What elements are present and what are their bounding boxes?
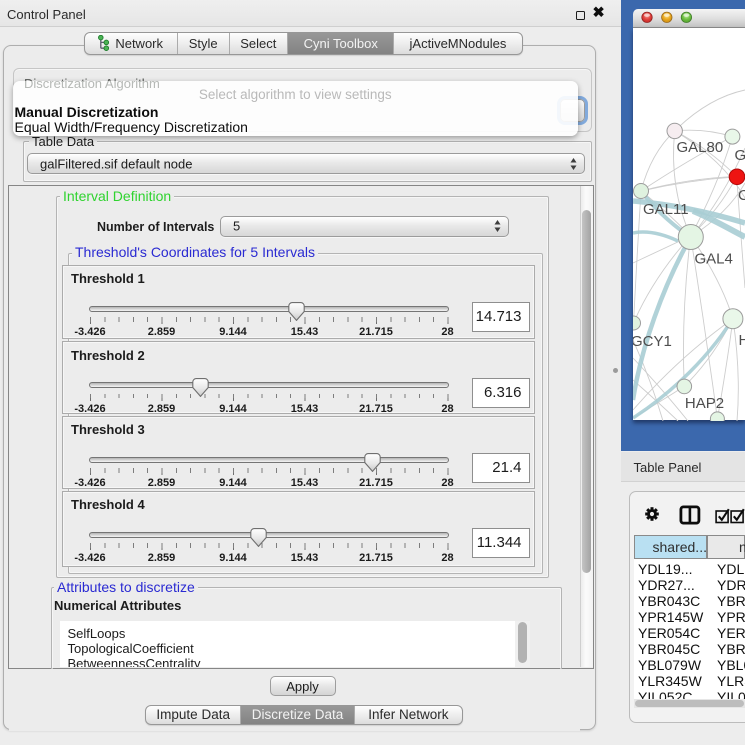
svg-text:H: H <box>739 332 745 349</box>
svg-text:HAP2: HAP2 <box>685 395 724 412</box>
svg-text:GAL11: GAL11 <box>643 201 689 218</box>
svg-text:GA: GA <box>735 147 745 164</box>
svg-text:GAL4: GAL4 <box>695 250 733 267</box>
svg-text:GAL80: GAL80 <box>677 139 724 156</box>
svg-text:GCY1: GCY1 <box>633 333 672 350</box>
svg-text:C: C <box>738 187 745 204</box>
